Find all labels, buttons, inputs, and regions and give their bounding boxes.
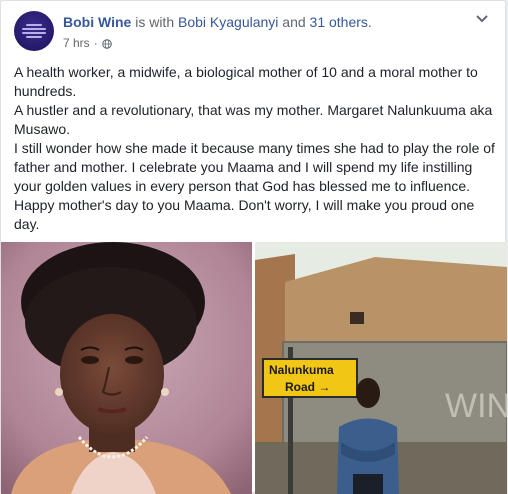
message-paragraph: I still wonder how she made it because m… [14, 140, 495, 232]
timestamp-link[interactable]: 7 hrs [63, 36, 90, 50]
period-text: . [367, 14, 372, 30]
author-avatar[interactable] [14, 11, 54, 51]
post-header: Bobi Wine is with Bobi Kyagulanyi and 31… [63, 14, 372, 30]
road-sign-line1: Nalunkuma [269, 363, 334, 377]
avatar-logo-mark [26, 36, 42, 38]
message-paragraph: A health worker, a midwife, a biological… [14, 64, 478, 99]
wall-graffiti: WINE [445, 387, 507, 425]
post-options-button[interactable] [473, 11, 491, 29]
photo-mother-portrait[interactable] [1, 242, 252, 494]
road-sign-line2: Road → [285, 380, 330, 394]
photo-nalunkuma-road[interactable]: WINE Nalunkuma Road → [255, 242, 507, 494]
avatar-logo-mark [22, 28, 46, 30]
and-text: and [278, 14, 310, 30]
meta-separator: · [93, 36, 98, 50]
post-message: A health worker, a midwife, a biological… [14, 63, 496, 234]
post-card: Bobi Wine is with Bobi Kyagulanyi and 31… [0, 0, 507, 494]
tagged-person-link[interactable]: Bobi Kyagulanyi [178, 14, 278, 30]
avatar-logo-mark [26, 24, 42, 26]
avatar-logo-mark [22, 32, 46, 34]
others-link[interactable]: 31 others [310, 14, 368, 30]
globe-icon[interactable] [101, 38, 112, 49]
chevron-down-icon [475, 11, 489, 29]
message-paragraph: A hustler and a revolutionary, that was … [14, 102, 493, 137]
with-text: is with [131, 14, 178, 30]
author-name-link[interactable]: Bobi Wine [63, 14, 131, 30]
post-meta: 7 hrs · [63, 36, 112, 50]
